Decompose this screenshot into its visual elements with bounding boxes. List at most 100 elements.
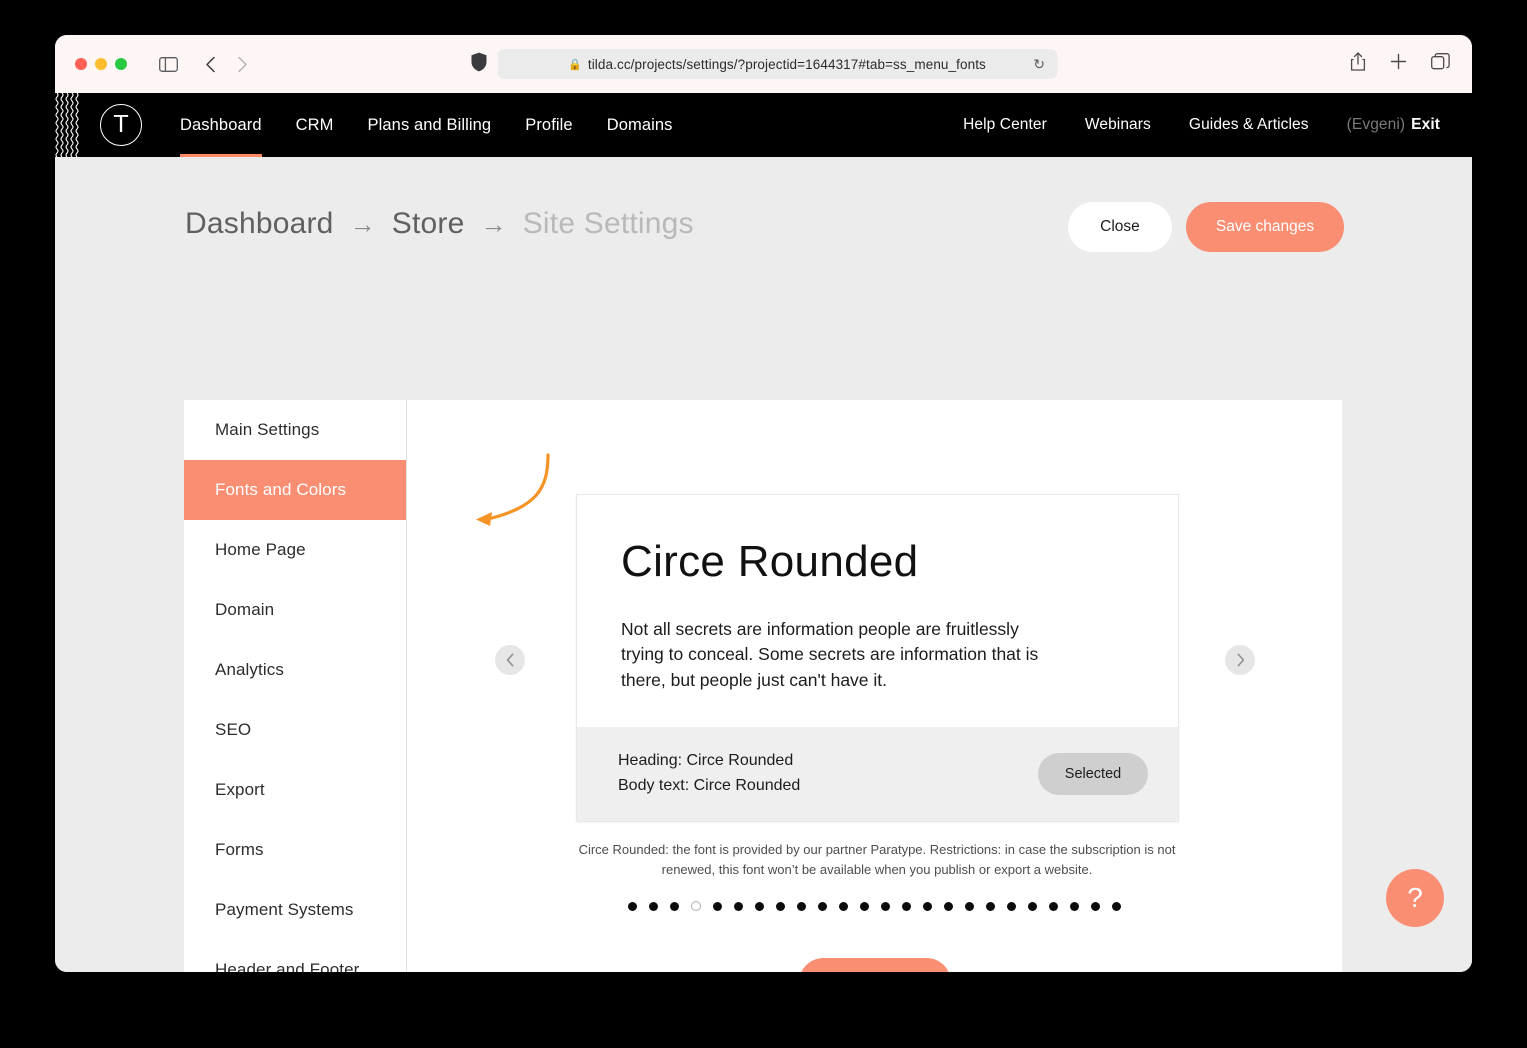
breadcrumb-separator: → (349, 209, 376, 239)
exit-label: Exit (1411, 116, 1440, 133)
maximize-window-button[interactable] (115, 58, 127, 70)
privacy-shield-icon[interactable] (470, 52, 487, 77)
nav-item-dashboard[interactable]: Dashboard (180, 93, 262, 157)
carousel-dot[interactable] (713, 901, 722, 911)
carousel-dot[interactable] (1028, 901, 1037, 911)
carousel-dot[interactable] (818, 901, 827, 911)
carousel-dot[interactable] (839, 901, 848, 911)
carousel-dot[interactable] (986, 901, 995, 911)
nav-item-exit[interactable]: (Evgeni) Exit (1347, 116, 1440, 134)
sidebar-item-export[interactable]: Export (184, 760, 406, 820)
screenshot-root: 🔒 tilda.cc/projects/settings/?projectid=… (0, 0, 1527, 1048)
carousel-dot[interactable] (755, 901, 764, 911)
breadcrumb: Dashboard → Store → Site Settings (185, 207, 694, 241)
breadcrumb-site-settings: Site Settings (522, 207, 694, 240)
nav-item-domains[interactable]: Domains (607, 93, 673, 157)
sidebar-item-label: Domain (215, 600, 275, 619)
breadcrumb-separator: → (480, 209, 507, 239)
close-window-button[interactable] (75, 58, 87, 70)
zigzag-decoration (55, 93, 83, 157)
carousel-dot[interactable] (1091, 901, 1100, 911)
body-font-label: Body text: Circe Rounded (618, 776, 801, 794)
sidebar-item-payment-systems[interactable]: Payment Systems (184, 880, 406, 940)
close-button[interactable]: Close (1068, 202, 1172, 252)
nav-item-help-center[interactable]: Help Center (963, 116, 1047, 134)
url-text: tilda.cc/projects/settings/?projectid=16… (587, 56, 986, 72)
share-icon[interactable] (1350, 52, 1366, 76)
nav-item-crm[interactable]: CRM (296, 93, 334, 157)
carousel-dot[interactable] (923, 901, 932, 911)
new-tab-icon[interactable] (1390, 53, 1407, 75)
carousel-dot[interactable] (691, 901, 701, 911)
browser-toolbar: 🔒 tilda.cc/projects/settings/?projectid=… (55, 35, 1472, 93)
nav-label: Guides & Articles (1188, 116, 1309, 133)
carousel-dot[interactable] (649, 901, 658, 911)
tilda-logo[interactable]: T (100, 104, 142, 146)
nav-item-profile[interactable]: Profile (525, 93, 572, 157)
nav-label: CRM (295, 115, 334, 134)
settings-sidebar: Main Settings Fonts and Colors Home Page… (184, 400, 407, 972)
font-preview-card: Circe Rounded Not all secrets are inform… (576, 494, 1179, 822)
carousel-dot[interactable] (944, 901, 953, 911)
address-bar-area: 🔒 tilda.cc/projects/settings/?projectid=… (470, 49, 1057, 79)
sidebar-item-forms[interactable]: Forms (184, 820, 406, 880)
sidebar-item-label: Analytics (215, 660, 284, 679)
breadcrumb-store[interactable]: Store (392, 207, 465, 241)
breadcrumb-dashboard[interactable]: Dashboard (185, 207, 334, 241)
carousel-dot[interactable] (965, 901, 974, 911)
carousel-prev-button[interactable] (495, 645, 525, 675)
nav-label: Dashboard (180, 115, 262, 134)
carousel-dot[interactable] (902, 901, 911, 911)
carousel-next-button[interactable] (1225, 645, 1255, 675)
sidebar-item-label: Forms (215, 840, 264, 859)
sidebar-item-header-and-footer[interactable]: Header and Footer (184, 940, 406, 972)
custom-settings-button[interactable]: Custom settings (798, 958, 951, 972)
browser-window: 🔒 tilda.cc/projects/settings/?projectid=… (55, 35, 1472, 972)
save-changes-button[interactable]: Save changes (1186, 202, 1344, 252)
tab-overview-icon[interactable] (1431, 53, 1450, 75)
sidebar-item-home-page[interactable]: Home Page (184, 520, 406, 580)
sidebar-toggle-icon[interactable] (155, 51, 181, 77)
url-input[interactable]: 🔒 tilda.cc/projects/settings/?projectid=… (497, 49, 1057, 79)
sidebar-item-main-settings[interactable]: Main Settings (184, 400, 406, 460)
carousel-dot[interactable] (670, 901, 679, 911)
current-user-label: (Evgeni) (1346, 116, 1406, 133)
window-controls (75, 58, 127, 70)
carousel-dot[interactable] (860, 901, 869, 911)
secondary-nav: Help Center Webinars Guides & Articles (… (925, 116, 1440, 134)
browser-forward-button[interactable] (229, 51, 255, 77)
nav-label: Domains (606, 115, 673, 134)
sidebar-item-fonts-and-colors[interactable]: Fonts and Colors (184, 460, 406, 520)
nav-item-plans-and-billing[interactable]: Plans and Billing (368, 93, 492, 157)
font-preview-top: Circe Rounded Not all secrets are inform… (577, 495, 1178, 727)
selected-button[interactable]: Selected (1038, 752, 1148, 795)
nav-label: Help Center (963, 116, 1047, 133)
tilda-top-nav: T Dashboard CRM Plans and Billing Profil… (55, 93, 1472, 157)
help-button[interactable]: ? (1386, 869, 1444, 927)
carousel-dot[interactable] (734, 901, 743, 911)
carousel-dots (407, 901, 1342, 911)
minimize-window-button[interactable] (95, 58, 107, 70)
nav-item-webinars[interactable]: Webinars (1085, 116, 1151, 134)
sidebar-item-domain[interactable]: Domain (184, 580, 406, 640)
carousel-dot[interactable] (628, 901, 637, 911)
nav-label: Webinars (1084, 116, 1151, 133)
carousel-dot[interactable] (797, 901, 806, 911)
reload-icon[interactable]: ↻ (1033, 56, 1045, 73)
carousel-dot[interactable] (1070, 901, 1079, 911)
carousel-dot[interactable] (776, 901, 785, 911)
font-sample-text: Not all secrets are information people a… (621, 619, 1039, 690)
sidebar-item-label: Payment Systems (215, 900, 354, 919)
sidebar-item-seo[interactable]: SEO (184, 700, 406, 760)
sidebar-item-analytics[interactable]: Analytics (184, 640, 406, 700)
carousel-dot[interactable] (1112, 901, 1121, 911)
page-content: Dashboard → Store → Site Settings Close … (55, 157, 1472, 972)
nav-label: Profile (525, 115, 573, 134)
carousel-dot[interactable] (1007, 901, 1016, 911)
font-license-note: Circe Rounded: the font is provided by o… (578, 842, 1176, 878)
carousel-dot[interactable] (1049, 901, 1058, 911)
question-mark-icon: ? (1407, 882, 1423, 913)
nav-item-guides-and-articles[interactable]: Guides & Articles (1189, 116, 1309, 134)
carousel-dot[interactable] (881, 901, 890, 911)
browser-back-button[interactable] (197, 51, 223, 77)
